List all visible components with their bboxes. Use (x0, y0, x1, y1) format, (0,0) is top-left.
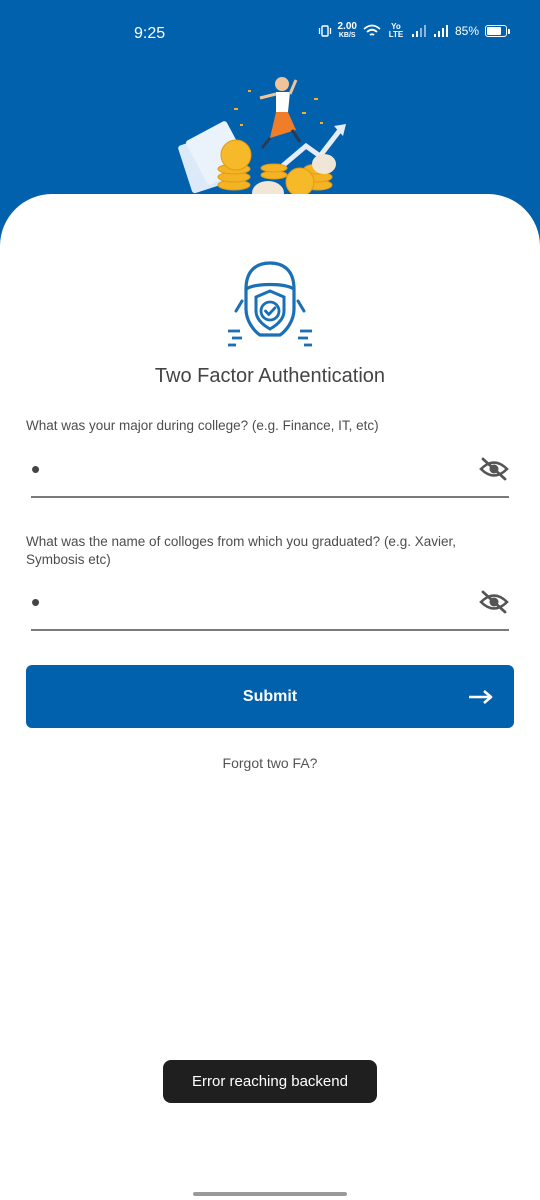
answer-2-input[interactable] (31, 579, 451, 625)
status-time: 9:25 (134, 25, 166, 42)
status-bar: 9:25 2.00 KB/S Yo LTE 85% (0, 0, 540, 66)
net-speed-unit: KB/S (338, 32, 356, 39)
forgot-2fa-link[interactable]: Forgot two FA? (0, 755, 540, 771)
question-1-label: What was your major during college? (e.g… (26, 418, 379, 433)
user-shield-icon (228, 261, 312, 347)
home-indicator[interactable] (193, 1192, 347, 1196)
net-speed-value: 2.00 (337, 21, 357, 32)
answer-2-field[interactable] (31, 579, 509, 631)
eye-off-icon[interactable] (479, 589, 509, 615)
wifi-icon (363, 24, 381, 36)
page-title: Two Factor Authentication (154, 365, 386, 387)
submit-button[interactable]: Submit (26, 665, 514, 728)
answer-1-field[interactable] (31, 446, 509, 498)
battery-percent: 85% (454, 24, 479, 38)
signal-icon (411, 25, 426, 37)
answer-1-input[interactable] (31, 446, 451, 492)
submit-label: Submit (242, 688, 298, 705)
vibrate-icon (318, 25, 331, 37)
error-toast: Error reaching backend (163, 1060, 377, 1103)
status-icons: 2.00 KB/S Yo LTE 85% (318, 22, 510, 40)
battery-icon (485, 25, 510, 37)
signal-icon-2 (433, 25, 448, 37)
network-label: Yo LTE (388, 22, 404, 39)
net-speed: 2.00 KB/S (338, 22, 357, 40)
eye-off-icon[interactable] (479, 456, 509, 482)
arrow-right-icon (469, 690, 493, 704)
question-2-label: What was the name of colloges from which… (26, 534, 456, 567)
battery-fill (487, 27, 502, 35)
finance-illustration (178, 77, 346, 200)
